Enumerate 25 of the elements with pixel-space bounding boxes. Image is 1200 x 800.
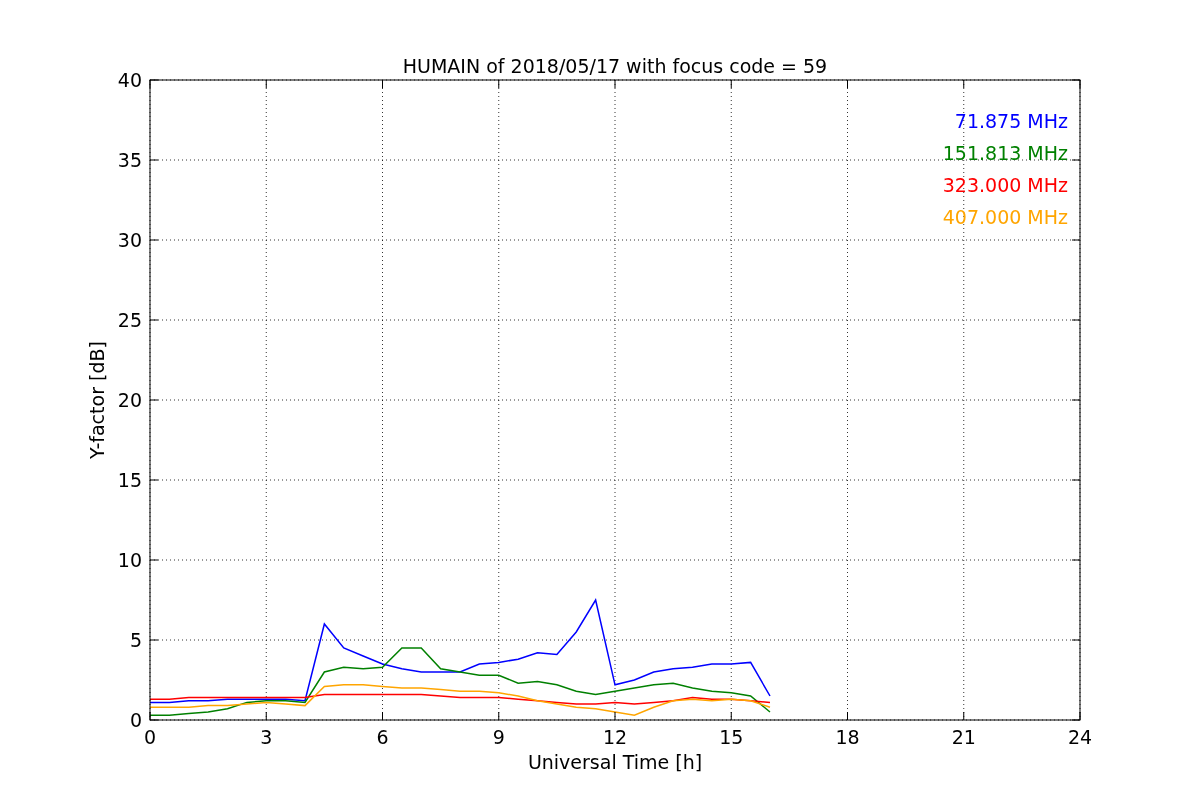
x-tick-label: 24 [1067,726,1093,748]
x-tick-label: 0 [143,726,157,748]
x-tick-label: 18 [835,726,860,748]
y-tick-label: 35 [117,149,142,171]
y-tick-label: 5 [129,629,142,651]
y-tick-label: 15 [117,469,142,491]
y-axis-label: Y-factor [dB] [86,341,108,459]
y-tick-label: 10 [117,549,142,571]
x-tick-label: 21 [951,726,976,748]
x-tick-label: 9 [492,726,505,748]
chart-title: HUMAIN of 2018/05/17 with focus code = 59 [402,55,828,77]
legend-label: 407.000 MHz [942,206,1068,228]
y-tick-label: 0 [129,709,142,731]
y-tick-label: 40 [117,69,142,91]
y-tick-label: 25 [117,309,142,331]
y-tick-label: 20 [117,389,142,411]
x-tick-label: 6 [376,726,389,748]
x-tick-label: 12 [602,726,628,748]
legend-label: 151.813 MHz [942,142,1068,164]
x-axis-label: Universal Time [h] [527,751,703,773]
legend-label: 71.875 MHz [954,110,1068,132]
legend-label: 323.000 MHz [942,174,1068,196]
y-tick-label: 30 [117,229,142,251]
x-tick-label: 3 [260,726,273,748]
x-tick-label: 15 [719,726,744,748]
